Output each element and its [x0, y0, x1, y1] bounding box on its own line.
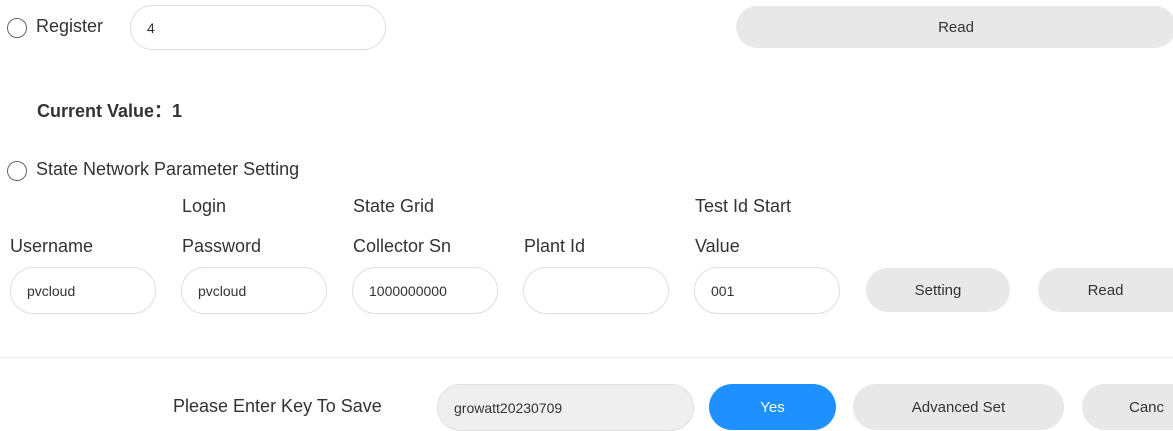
current-value-label: Current Value：1	[37, 97, 182, 123]
register-label: Register	[36, 16, 104, 36]
setting-button[interactable]: Setting	[866, 268, 1010, 312]
login-password-label-line2: Password	[182, 236, 262, 256]
register-input[interactable]: 4	[130, 5, 386, 50]
current-value-caption: Current Value：	[37, 101, 173, 121]
test-id-label-line1: Test Id Start	[695, 196, 792, 216]
collector-sn-input[interactable]: 1000000000	[352, 267, 498, 314]
register-radio[interactable]	[7, 18, 27, 38]
section-divider	[0, 357, 1173, 358]
login-password-label-line1: Login	[182, 196, 227, 216]
login-password-input[interactable]: pvcloud	[181, 267, 327, 314]
current-value-number: 1	[172, 101, 183, 121]
state-network-read-button[interactable]: Read	[1038, 268, 1173, 312]
plant-id-input[interactable]	[523, 267, 669, 314]
username-input[interactable]: pvcloud	[10, 267, 156, 314]
test-id-label-line2: Value	[695, 236, 740, 256]
cancel-button[interactable]: Canc	[1082, 384, 1173, 430]
yes-button[interactable]: Yes	[709, 384, 836, 430]
state-network-radio[interactable]	[7, 161, 27, 181]
plant-id-label: Plant Id	[524, 236, 586, 256]
collector-sn-label-line1: State Grid	[353, 196, 435, 216]
advanced-set-button[interactable]: Advanced Set	[853, 384, 1064, 430]
collector-sn-label-line2: Collector Sn	[353, 236, 452, 256]
key-prompt-label: Please Enter Key To Save	[173, 396, 382, 416]
register-read-button[interactable]: Read	[736, 6, 1173, 48]
save-key-input[interactable]: growatt20230709	[437, 384, 694, 431]
username-label: Username	[10, 236, 94, 256]
test-id-start-input[interactable]: 001	[694, 267, 840, 314]
state-network-label: State Network Parameter Setting	[36, 159, 300, 179]
